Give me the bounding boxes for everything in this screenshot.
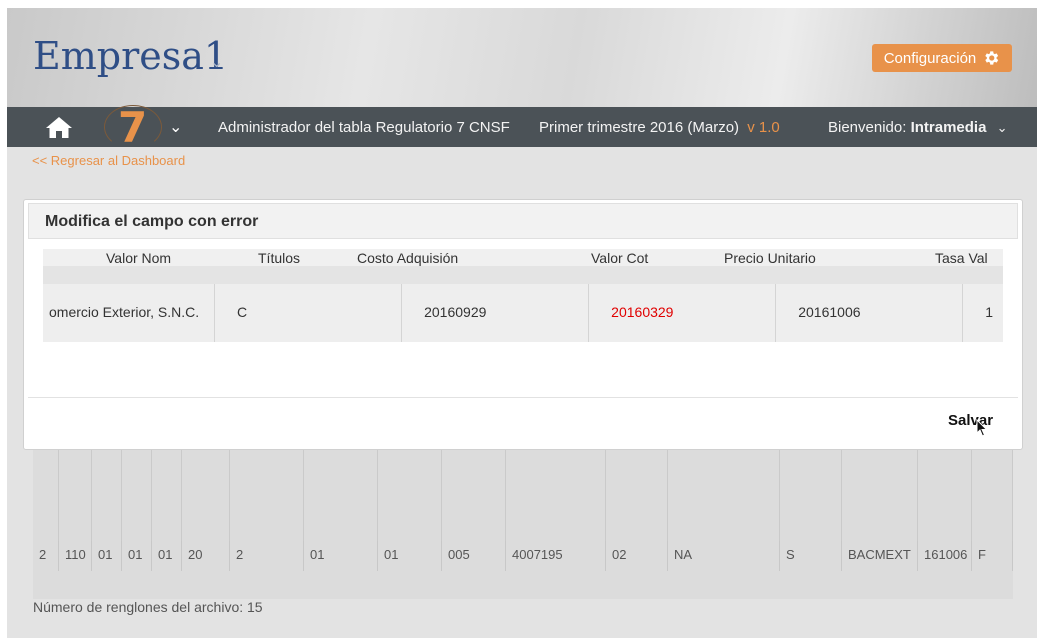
table-row[interactable]: 2 110 01 01 01 20 2 01 01 005 4007195 02… xyxy=(33,541,1013,571)
user-menu[interactable]: Bienvenido: Intramedia ⌄ xyxy=(828,119,1008,136)
version-label: v 1.0 xyxy=(747,119,780,136)
table-cell[interactable]: 20160929 xyxy=(402,284,590,342)
table-cell[interactable]: omercio Exterior, S.N.C. xyxy=(43,284,216,342)
column-header: Tasa Val xyxy=(935,250,988,266)
welcome-label: Bienvenido: xyxy=(828,119,907,136)
modal-divider xyxy=(28,397,1018,398)
back-to-dashboard-link[interactable]: << Regresar al Dashboard xyxy=(32,153,185,168)
column-header: Precio Unitario xyxy=(724,250,816,266)
regulatory-badge[interactable]: 7 xyxy=(118,103,147,152)
table-cell: 161006 xyxy=(918,541,972,571)
table-cell-error[interactable]: 20160329 xyxy=(589,284,777,342)
table-cell: 02 xyxy=(606,541,668,571)
top-navbar: 7 ⌄ Administrador del tabla Regulatorio … xyxy=(7,103,1037,152)
table-cell: S xyxy=(780,541,842,571)
table-cell: 2 xyxy=(230,541,304,571)
table-cell: 20 xyxy=(182,541,230,571)
table-cell: 005 xyxy=(442,541,506,571)
table-cell: F xyxy=(972,541,1013,571)
configuration-label: Configuración xyxy=(883,49,977,67)
app-header: Empresa1 ⌄ Configuración xyxy=(7,8,1037,107)
admin-title: Administrador del tabla Regulatorio 7 CN… xyxy=(218,119,510,136)
grid-filter-row xyxy=(43,266,1003,284)
username: Intramedia xyxy=(910,119,987,136)
home-icon[interactable] xyxy=(45,115,73,139)
table-cell: 01 xyxy=(92,541,122,571)
chevron-down-icon[interactable]: ⌄ xyxy=(169,117,182,137)
app-window: Empresa1 ⌄ Configuración 7 ⌄ Administrad… xyxy=(7,8,1037,638)
table-cell: 2 xyxy=(33,541,59,571)
table-cell: 01 xyxy=(152,541,182,571)
company-logo[interactable]: Empresa1 xyxy=(33,34,228,78)
table-grid xyxy=(33,449,1013,541)
row-count-label: Número de renglones del archivo: 15 xyxy=(33,599,263,615)
chevron-down-icon[interactable]: ⌄ xyxy=(210,52,223,72)
period-label: Primer trimestre 2016 (Marzo) v 1.0 xyxy=(539,119,780,136)
gear-icon xyxy=(985,51,999,65)
column-header: Valor Nom xyxy=(106,250,172,266)
table-cell: 01 xyxy=(304,541,378,571)
table-row[interactable]: omercio Exterior, S.N.C. C 20160929 2016… xyxy=(43,284,1003,342)
table-cell: 01 xyxy=(122,541,152,571)
mouse-cursor-icon xyxy=(976,419,988,437)
table-cell: 4007195 xyxy=(506,541,606,571)
column-header: Valor Cot xyxy=(591,250,649,266)
error-grid: Valor Nom Títulos Costo Adquisión Valor … xyxy=(43,249,1003,342)
chevron-down-icon: ⌄ xyxy=(996,120,1008,135)
grid-header: Valor Nom Títulos Costo Adquisión Valor … xyxy=(43,249,1003,266)
table-cell[interactable]: 1 xyxy=(963,284,1003,342)
edit-error-modal: Modifica el campo con error Valor Nom Tí… xyxy=(23,199,1023,450)
column-header: Costo Adquisión xyxy=(357,250,459,266)
table-cell: BACMEXT xyxy=(842,541,918,571)
configuration-button[interactable]: Configuración xyxy=(872,44,1012,72)
table-cell: 01 xyxy=(378,541,442,571)
table-cell: NA xyxy=(668,541,780,571)
table-cell: 110 xyxy=(59,541,92,571)
period-text: Primer trimestre 2016 (Marzo) xyxy=(539,119,740,136)
table-cell[interactable]: C xyxy=(215,284,403,342)
column-header: Títulos xyxy=(258,250,301,266)
modal-header: Modifica el campo con error xyxy=(28,203,1018,239)
background-data-table: 2 110 01 01 01 20 2 01 01 005 4007195 02… xyxy=(33,449,1013,599)
modal-title: Modifica el campo con error xyxy=(45,213,259,230)
table-cell[interactable]: 20161006 xyxy=(776,284,964,342)
